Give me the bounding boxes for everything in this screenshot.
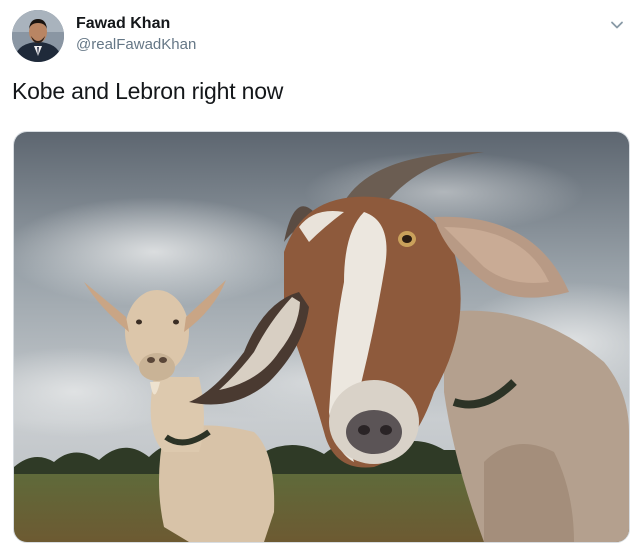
- author-handle[interactable]: @realFawadKhan: [76, 35, 196, 55]
- author-avatar[interactable]: [12, 10, 64, 62]
- avatar-image: [12, 10, 64, 62]
- tweet-text: Kobe and Lebron right now: [12, 78, 284, 104]
- author-info[interactable]: Fawad Khan @realFawadKhan: [76, 14, 196, 55]
- chevron-down-icon[interactable]: [608, 16, 626, 34]
- author-display-name[interactable]: Fawad Khan: [76, 14, 196, 34]
- tweet-card[interactable]: Fawad Khan @realFawadKhan Kobe and Lebro…: [0, 0, 640, 551]
- tweet-photo[interactable]: [13, 131, 630, 543]
- goats-photo: [14, 132, 629, 542]
